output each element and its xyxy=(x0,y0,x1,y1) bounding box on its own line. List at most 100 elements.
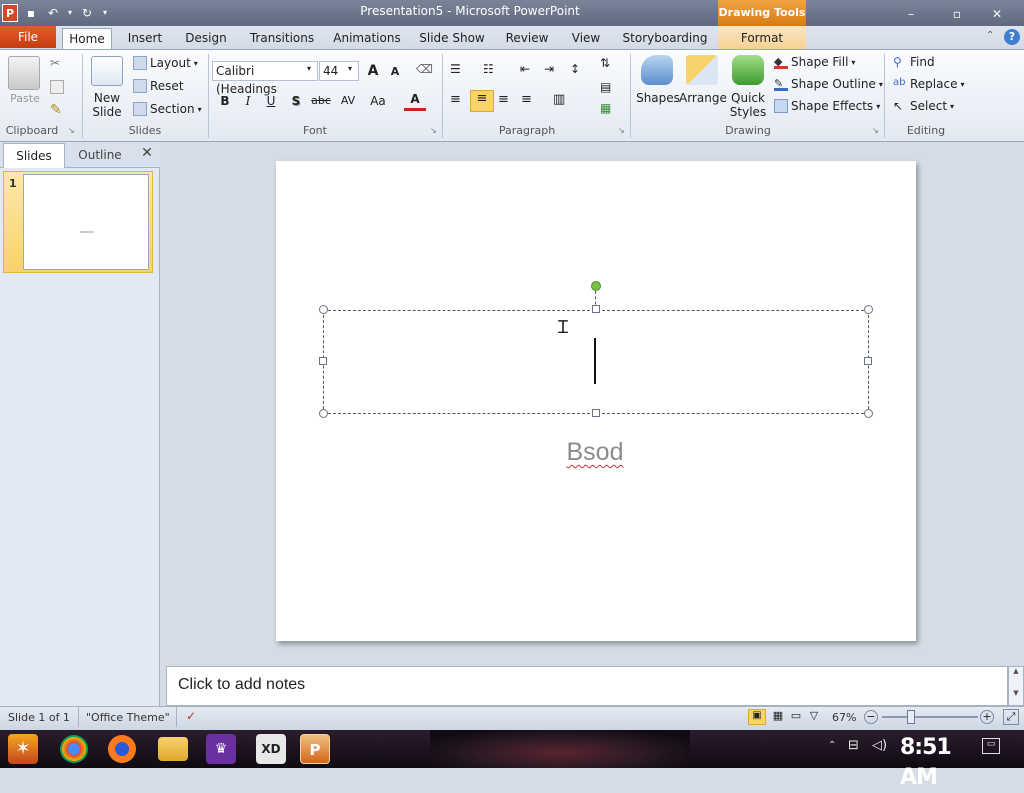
font-name-dropdown-icon[interactable]: ▾ xyxy=(307,64,311,73)
tab-insert[interactable]: Insert xyxy=(120,28,170,50)
action-center-icon[interactable]: ▭ xyxy=(982,738,1000,754)
slide-show-view-icon[interactable]: ▽ xyxy=(806,709,822,725)
file-explorer-icon[interactable] xyxy=(158,737,188,761)
start-button-icon[interactable]: ✶ xyxy=(8,734,38,764)
replace-button[interactable]: ab Replace ▾ xyxy=(893,77,964,91)
find-button[interactable]: ⚲ Find xyxy=(893,55,935,69)
shapes-button[interactable]: Shapes xyxy=(636,91,680,105)
spelling-check-icon[interactable]: ✓ xyxy=(186,709,204,725)
notes-pane[interactable]: Click to add notes xyxy=(166,666,1008,706)
help-icon[interactable]: ? xyxy=(1004,29,1020,45)
shrink-font-button[interactable]: A xyxy=(384,62,406,82)
paragraph-launcher-icon[interactable]: ↘ xyxy=(618,126,625,135)
select-button[interactable]: ↖ Select ▾ xyxy=(893,99,954,113)
resize-handle-top-right[interactable] xyxy=(864,305,873,314)
align-right-icon[interactable]: ≡ xyxy=(498,92,516,110)
save-icon[interactable]: ▪ xyxy=(22,4,40,22)
smartart-icon[interactable]: ▦ xyxy=(600,101,620,117)
tab-format[interactable]: Format xyxy=(730,28,794,50)
zoom-level[interactable]: 67% xyxy=(832,711,856,724)
tab-design[interactable]: Design xyxy=(180,28,232,50)
cut-icon[interactable]: ✂ xyxy=(50,56,66,72)
resize-handle-bottom[interactable] xyxy=(592,409,600,417)
close-pane-icon[interactable]: ✕ xyxy=(138,145,156,163)
bullets-icon[interactable]: ☰ xyxy=(450,62,468,78)
resize-handle-left[interactable] xyxy=(319,357,327,365)
title-placeholder-textbox[interactable] xyxy=(323,310,869,414)
normal-view-icon[interactable]: ▣ xyxy=(748,709,766,725)
quick-styles-icon[interactable] xyxy=(732,55,764,85)
italic-button[interactable]: I xyxy=(237,91,259,111)
center-align-icon[interactable]: ≡ xyxy=(470,90,494,112)
arrange-button[interactable]: Arrange xyxy=(679,91,727,105)
character-spacing-button[interactable]: AV xyxy=(336,91,360,111)
tab-review[interactable]: Review xyxy=(500,28,554,50)
reading-view-icon[interactable]: ▭ xyxy=(788,709,804,725)
fit-to-window-icon[interactable]: ⤢ xyxy=(1003,709,1019,725)
minimize-ribbon-icon[interactable]: ⌃ xyxy=(986,30,1000,44)
font-name-field[interactable]: Calibri (Headings xyxy=(212,61,318,96)
scroll-up-icon[interactable]: ▲ xyxy=(1009,667,1023,675)
layout-button[interactable]: Layout ▾ xyxy=(133,56,198,70)
slide-thumbnail[interactable] xyxy=(23,174,149,270)
tab-view[interactable]: View xyxy=(566,28,606,50)
line-spacing-icon[interactable]: ↕ xyxy=(570,62,588,78)
theme-status[interactable]: "Office Theme" xyxy=(86,711,170,724)
powerpoint-taskbar-icon[interactable]: P xyxy=(300,734,330,764)
new-slide-label-2[interactable]: Slide xyxy=(88,105,126,119)
font-size-field[interactable]: 44 xyxy=(319,61,359,81)
text-direction-icon[interactable]: ⇅ xyxy=(600,56,620,74)
quick-styles-label-1[interactable]: Quick xyxy=(726,91,770,105)
clipboard-launcher-icon[interactable]: ↘ xyxy=(68,126,75,135)
clear-formatting-icon[interactable]: ⌫ xyxy=(416,62,436,80)
align-text-icon[interactable]: ▤ xyxy=(600,80,620,96)
section-button[interactable]: Section ▾ xyxy=(133,102,202,116)
paste-button[interactable]: Paste xyxy=(8,92,42,105)
numbering-icon[interactable]: ☷ xyxy=(483,62,501,78)
undo-icon[interactable]: ↶ xyxy=(44,4,62,22)
taskbar-clock[interactable]: 8:51 AM xyxy=(900,733,964,790)
zoom-slider-thumb[interactable] xyxy=(907,710,915,724)
paste-icon[interactable] xyxy=(8,56,40,90)
resize-handle-top-left[interactable] xyxy=(319,305,328,314)
notes-scrollbar[interactable]: ▲ ▼ xyxy=(1008,666,1024,706)
scroll-down-icon[interactable]: ▼ xyxy=(1009,689,1023,697)
resize-handle-bottom-left[interactable] xyxy=(319,409,328,418)
font-launcher-icon[interactable]: ↘ xyxy=(430,126,437,135)
bold-button[interactable]: B xyxy=(214,91,236,111)
strikethrough-button[interactable]: abc xyxy=(309,91,333,111)
zoom-in-icon[interactable]: + xyxy=(980,710,994,724)
grow-font-button[interactable]: A xyxy=(362,61,384,81)
shape-outline-button[interactable]: ✎ Shape Outline ▾ xyxy=(774,77,883,91)
resize-handle-bottom-right[interactable] xyxy=(864,409,873,418)
show-hidden-icons-icon[interactable]: ⌃ xyxy=(828,740,836,751)
shape-fill-button[interactable]: ◆ Shape Fill ▾ xyxy=(774,55,855,69)
tab-transitions[interactable]: Transitions xyxy=(244,28,320,50)
tab-slide-show[interactable]: Slide Show xyxy=(414,28,490,50)
customize-qat-icon[interactable]: ▾ xyxy=(100,4,110,22)
slide-sorter-view-icon[interactable]: ▦ xyxy=(770,709,786,725)
increase-indent-icon[interactable]: ⇥ xyxy=(544,62,562,78)
tab-outline[interactable]: Outline xyxy=(70,143,130,167)
resize-handle-top[interactable] xyxy=(592,305,600,313)
tab-storyboarding[interactable]: Storyboarding xyxy=(620,28,710,50)
tab-home[interactable]: Home xyxy=(62,28,112,50)
zoom-out-icon[interactable]: − xyxy=(864,710,878,724)
network-icon[interactable]: ⊟ xyxy=(848,738,859,753)
game-app-icon[interactable]: ♛ xyxy=(206,734,236,764)
chrome-icon[interactable] xyxy=(60,735,88,763)
new-slide-icon[interactable] xyxy=(91,56,123,86)
slide-subtitle[interactable]: Bsod xyxy=(530,438,660,467)
shape-effects-button[interactable]: Shape Effects ▾ xyxy=(774,99,880,113)
arrange-icon[interactable] xyxy=(686,55,718,85)
justify-icon[interactable]: ≡ xyxy=(521,92,539,110)
font-color-button[interactable]: A xyxy=(404,89,426,111)
resize-handle-right[interactable] xyxy=(864,357,872,365)
repeat-icon[interactable]: ↻ xyxy=(78,4,96,22)
close-button[interactable]: ✕ xyxy=(982,6,1012,22)
rotation-handle[interactable] xyxy=(591,281,601,291)
copy-icon[interactable] xyxy=(50,80,64,94)
font-size-dropdown-icon[interactable]: ▾ xyxy=(348,64,352,73)
align-left-icon[interactable]: ≡ xyxy=(450,92,468,110)
tab-slides[interactable]: Slides xyxy=(3,143,65,168)
